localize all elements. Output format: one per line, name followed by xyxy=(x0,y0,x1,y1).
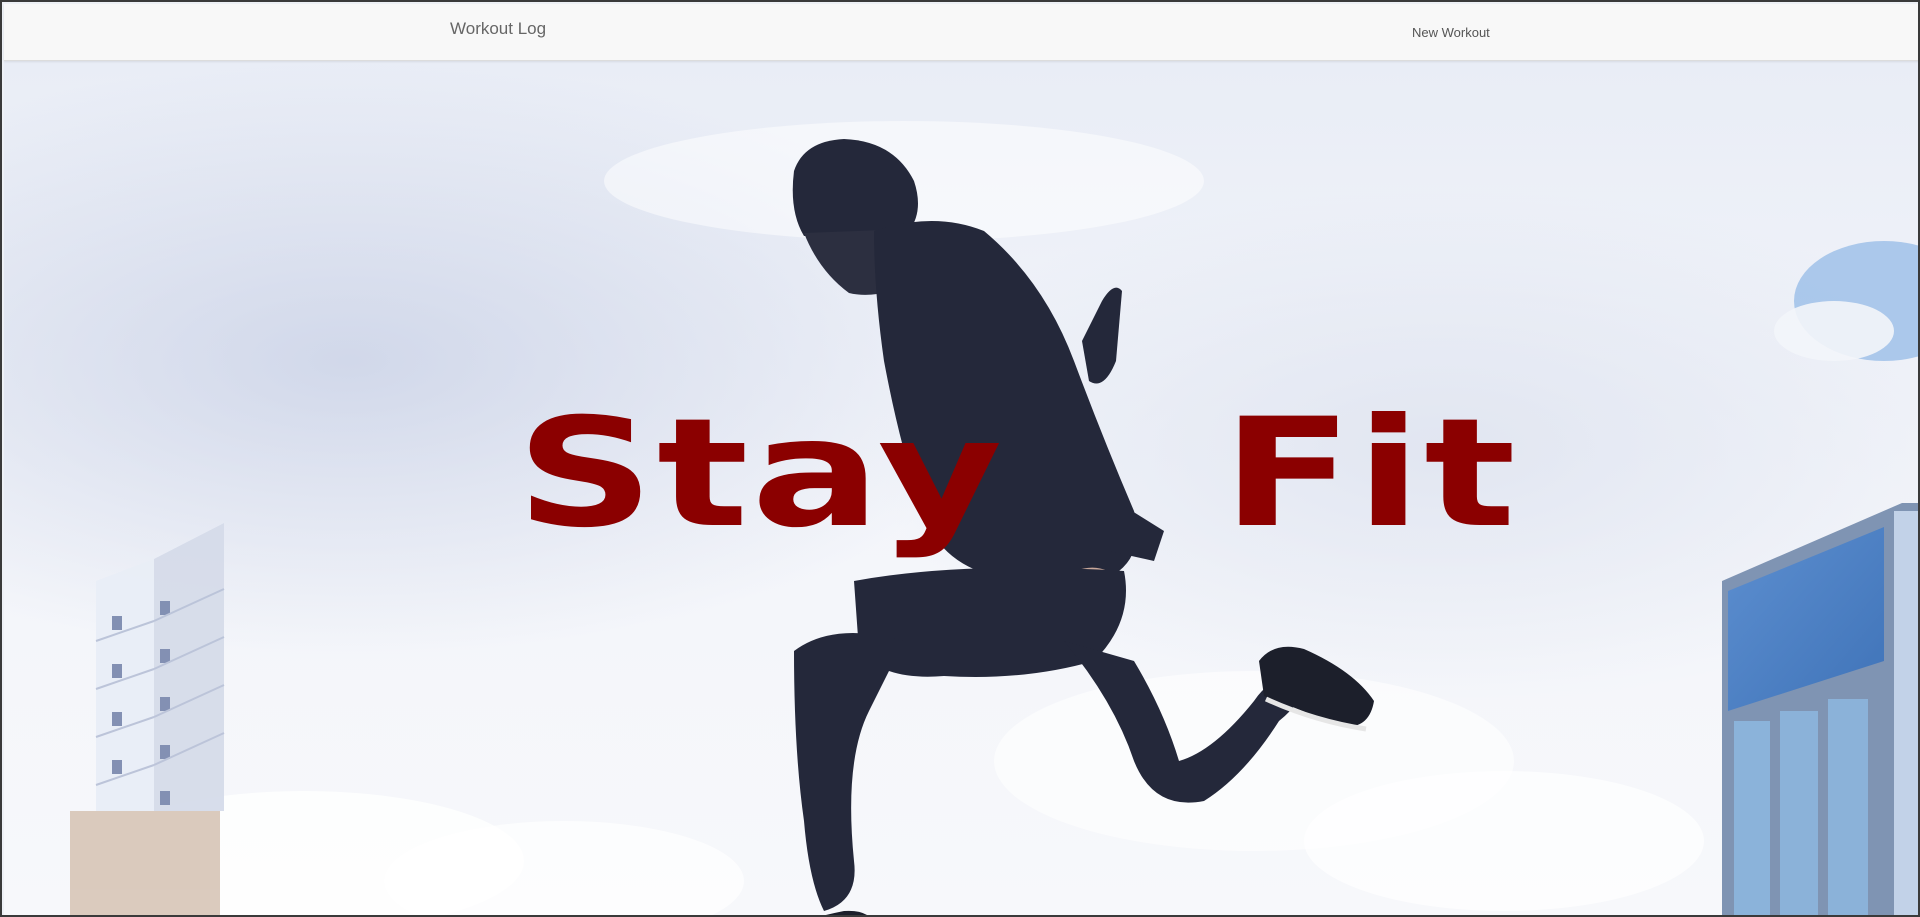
hero-title-fit: Fit xyxy=(1222,387,1519,561)
new-workout-link[interactable]: New Workout xyxy=(1412,24,1490,42)
brand-link[interactable]: Workout Log xyxy=(450,18,546,40)
hero-section: Stay Fit xyxy=(4,61,1918,915)
browser-viewport: Workout Log New Workout Stay Fit xyxy=(0,0,1920,917)
navbar: Workout Log New Workout xyxy=(4,4,1918,61)
hero-title-stay: Stay xyxy=(516,387,1006,561)
